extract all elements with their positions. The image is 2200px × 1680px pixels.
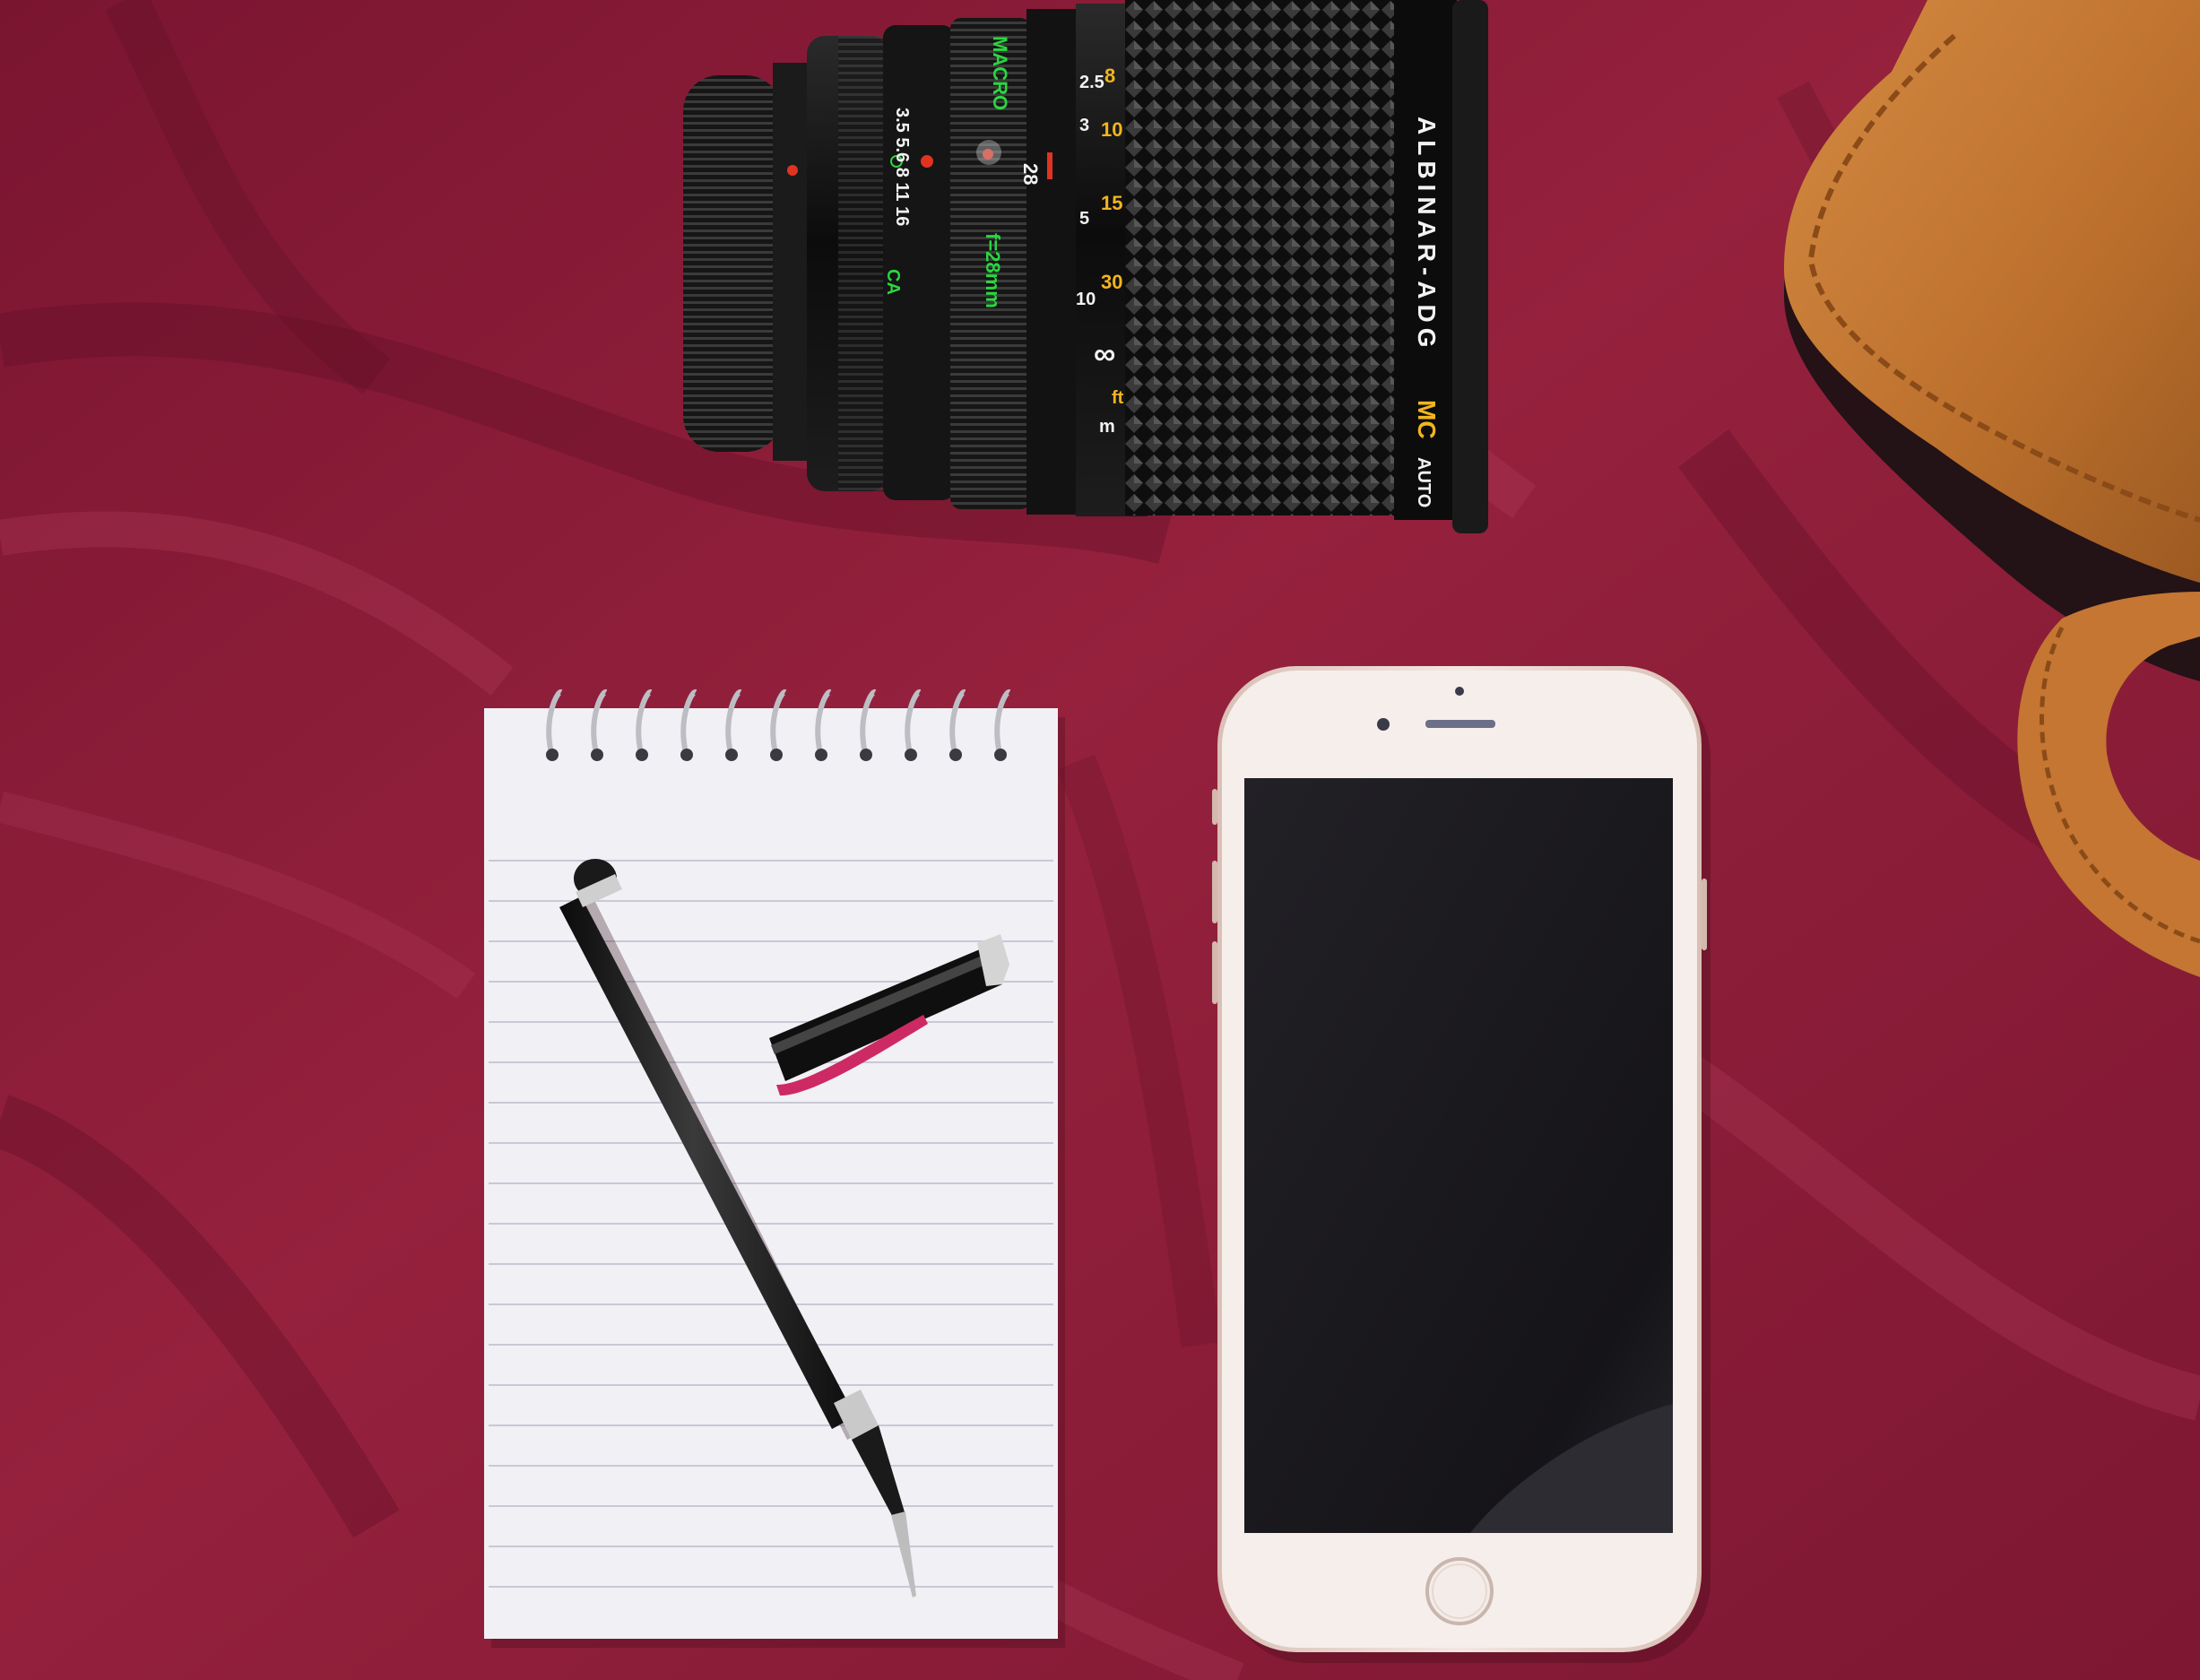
lens-focal-mark: 28 (1019, 163, 1042, 185)
lens-macro-label: MACRO (989, 36, 1011, 110)
lens-m-label: m (1099, 417, 1115, 437)
lens-aperture-scale: 3.5 5.6 8 11 16 (892, 108, 912, 226)
lens-distance-ft-1: 10 (1101, 118, 1122, 141)
spiral-notepad (484, 688, 1065, 1648)
camera-lens: 3.5 5.6 8 11 16 MACRO f=28mm CA 28 8 10 … (683, 0, 1488, 533)
lens-rear-mount (683, 75, 782, 452)
phone-screen (1244, 778, 1673, 1533)
lens-distance-ft-0: 8 (1104, 65, 1115, 87)
lens-brand-label: ALBINAR-ADG (1413, 117, 1441, 353)
phone-front-camera (1377, 718, 1390, 731)
phone-home-button (1425, 1557, 1494, 1625)
lens-distance-ft-3: 30 (1101, 271, 1122, 293)
lens-distance-m-1: 3 (1079, 116, 1089, 135)
photo-scene: 3.5 5.6 8 11 16 MACRO f=28mm CA 28 8 10 … (0, 0, 2200, 1680)
lens-distance-m-3: 10 (1076, 290, 1096, 309)
lens-focal-label: f=28mm (982, 233, 1004, 308)
lens-ca-label: CA (883, 269, 903, 295)
phone-earpiece (1425, 720, 1495, 728)
lens-distance-ft-4: ∞ (1094, 337, 1115, 371)
lens-ft-label: ft (1112, 388, 1124, 408)
lens-coating-label: MC (1413, 400, 1441, 439)
smartphone (1212, 666, 1711, 1663)
lens-distance-m-2: 5 (1079, 209, 1089, 229)
lens-distance-ft-2: 15 (1101, 192, 1122, 214)
phone-sensor (1455, 687, 1464, 696)
lens-focus-ring (1125, 0, 1394, 515)
notepad-page (484, 708, 1058, 1639)
lens-distance-m-0: 2.5 (1079, 73, 1104, 92)
lens-auto-label: AUTO (1414, 457, 1433, 507)
